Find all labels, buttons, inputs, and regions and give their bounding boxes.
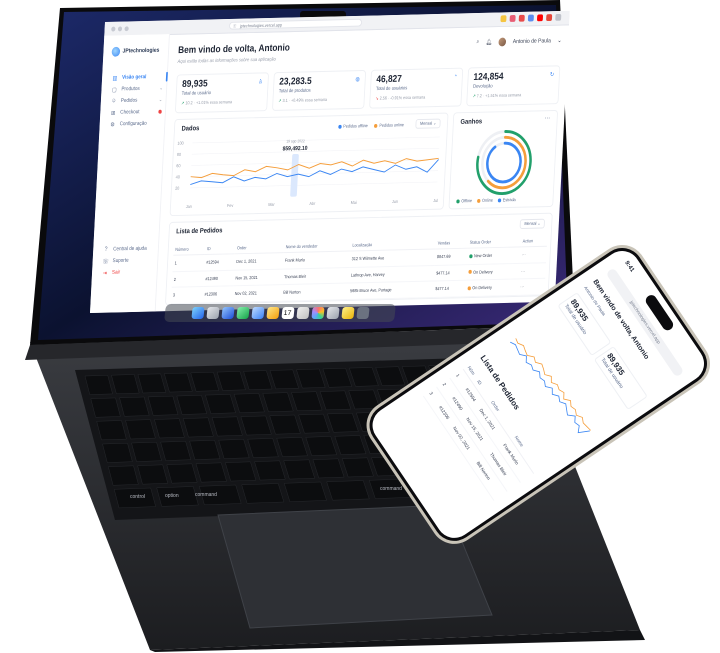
device-mockup: control option command command option ⚿ … xyxy=(0,0,720,653)
phone-clock: 9:41 xyxy=(623,260,635,274)
phone-series-line xyxy=(515,338,591,431)
phone-series-line xyxy=(510,341,590,434)
